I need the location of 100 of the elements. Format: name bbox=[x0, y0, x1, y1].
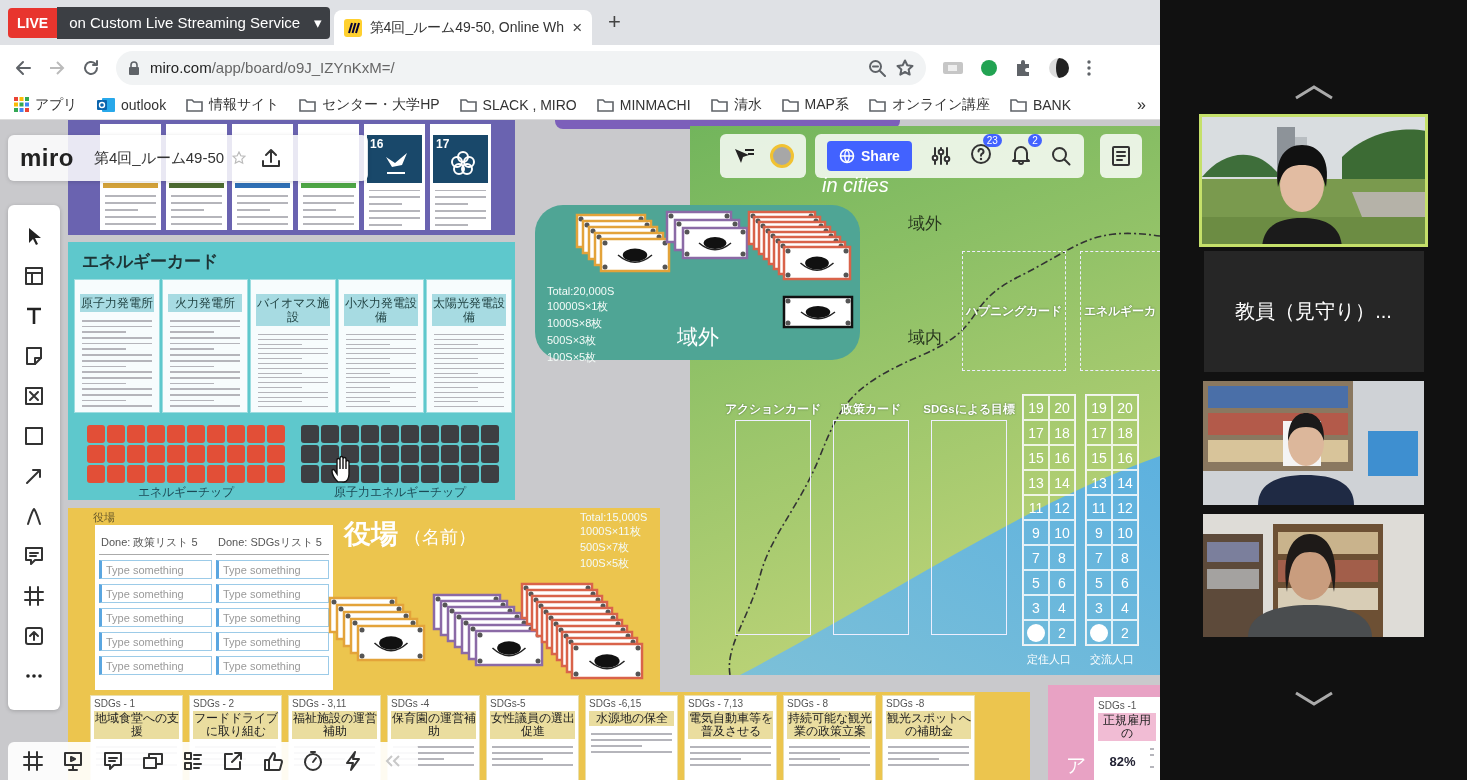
back-icon[interactable] bbox=[14, 58, 32, 77]
board-title[interactable]: 第4回_ルーム49-50 bbox=[94, 148, 225, 168]
money-total: Total:15,000S bbox=[580, 511, 648, 523]
bell-icon[interactable] bbox=[1009, 143, 1032, 165]
menu-icon[interactable] bbox=[1086, 58, 1092, 77]
bookmark[interactable]: センター・大学HP bbox=[299, 95, 440, 114]
comment-icon[interactable] bbox=[23, 545, 45, 567]
banknote-stack-drawing[interactable] bbox=[665, 210, 749, 260]
upload-icon[interactable] bbox=[23, 625, 45, 647]
more-bookmarks-button[interactable]: » bbox=[1137, 95, 1146, 114]
rectangle-icon[interactable] bbox=[23, 425, 45, 447]
upload-icon[interactable] bbox=[260, 147, 283, 169]
share-out-icon[interactable] bbox=[222, 750, 244, 772]
crossed-box-icon[interactable] bbox=[23, 385, 45, 407]
column-label: SDGsによる目標 bbox=[923, 402, 1015, 417]
new-tab-button[interactable]: + bbox=[608, 9, 621, 39]
card-tag: SDGs - 2 bbox=[193, 698, 278, 709]
input-field[interactable]: Type something bbox=[99, 632, 212, 651]
tab-title: 第4回_ルーム49-50, Online Wh bbox=[369, 18, 565, 37]
input-field[interactable]: Type something bbox=[216, 656, 329, 675]
extension-icon[interactable] bbox=[980, 58, 998, 77]
card-tag: SDGs -6,15 bbox=[589, 698, 674, 709]
bookmark[interactable]: 情報サイト bbox=[186, 95, 280, 114]
banknote-stack-drawing[interactable] bbox=[520, 582, 644, 680]
card-title: 地域食堂への支援 bbox=[94, 711, 179, 739]
browser-tab[interactable]: 第4回_ルーム49-50, Online Wh × bbox=[333, 10, 593, 45]
input-field[interactable]: Type something bbox=[99, 656, 212, 675]
star-icon[interactable] bbox=[232, 151, 247, 165]
card-tag: SDGs -8 bbox=[886, 698, 971, 709]
input-field[interactable]: Type something bbox=[216, 560, 329, 579]
sliders-icon[interactable] bbox=[929, 145, 952, 167]
bookmark[interactable]: MINMACHI bbox=[596, 96, 691, 113]
goal-number: 16 bbox=[370, 137, 384, 151]
cards-icon[interactable] bbox=[142, 750, 164, 772]
notes-icon[interactable] bbox=[1110, 145, 1132, 167]
frame-label: 役場 bbox=[93, 510, 115, 525]
input-field[interactable]: Type something bbox=[216, 608, 329, 627]
card-title: 電気自動車等を普及させる bbox=[688, 711, 773, 739]
banknote-stack-drawing[interactable] bbox=[747, 210, 852, 281]
bookmark[interactable]: MAP系 bbox=[781, 95, 849, 114]
input-field[interactable]: Type something bbox=[99, 584, 212, 603]
counter-number: 13 bbox=[1086, 470, 1112, 495]
bookmark[interactable]: outlook bbox=[97, 96, 167, 113]
search-icon[interactable] bbox=[1049, 145, 1072, 167]
dropdown-caret[interactable]: ▾ bbox=[314, 13, 322, 32]
help-icon[interactable] bbox=[969, 143, 992, 165]
input-field[interactable]: Type something bbox=[216, 584, 329, 603]
folder-icon bbox=[781, 97, 799, 112]
money-total: 500S×3枚 bbox=[547, 333, 598, 348]
list-icon[interactable] bbox=[182, 750, 204, 772]
card-tag: SDGs-5 bbox=[490, 698, 575, 709]
avatar[interactable] bbox=[770, 144, 794, 168]
template-icon[interactable] bbox=[23, 265, 45, 287]
forward-icon[interactable] bbox=[48, 58, 66, 77]
star-icon[interactable] bbox=[896, 58, 914, 77]
counter-number: 14 bbox=[1112, 470, 1138, 495]
chip-label: 原子力エネルギーチップ bbox=[334, 484, 466, 501]
input-field[interactable]: Type something bbox=[99, 608, 212, 627]
sticky-note-icon[interactable] bbox=[23, 345, 45, 367]
folder-icon bbox=[596, 97, 614, 112]
participant-name: 教員（見守り）... bbox=[1235, 299, 1392, 324]
bookmark[interactable]: BANK bbox=[1009, 96, 1071, 113]
presentation-icon[interactable] bbox=[62, 750, 84, 772]
input-field[interactable]: Type something bbox=[99, 560, 212, 579]
close-tab-button[interactable]: × bbox=[572, 17, 583, 38]
zoom-icon[interactable] bbox=[868, 58, 886, 77]
card-tag: SDGs - 7,13 bbox=[688, 698, 773, 709]
bookmark[interactable]: アプリ bbox=[14, 95, 77, 114]
card-title: 小水力発電設備 bbox=[344, 294, 418, 326]
profile-avatar-icon[interactable] bbox=[1048, 56, 1070, 79]
list-header: Done: SDGsリスト 5 bbox=[216, 535, 329, 555]
column-label: 政策カード bbox=[841, 402, 901, 417]
column-label: アクションカード bbox=[725, 402, 821, 417]
globe-icon bbox=[839, 148, 855, 164]
puzzle-icon[interactable] bbox=[1014, 58, 1032, 77]
counter-label: 交流人口 bbox=[1090, 652, 1134, 667]
flower-icon bbox=[449, 149, 477, 177]
counter-number: 5 bbox=[1086, 570, 1112, 595]
timer-icon[interactable] bbox=[302, 750, 324, 772]
comments-icon[interactable] bbox=[102, 750, 124, 772]
address-bar[interactable]: miro.com/app/board/o9J_IZYnKxM=/ bbox=[116, 50, 926, 85]
count-badge: 23 bbox=[982, 134, 1002, 147]
thumbs-up-icon[interactable] bbox=[262, 750, 284, 772]
bookmark[interactable]: SLACK , MIRO bbox=[459, 96, 577, 113]
banknote-stack-drawing[interactable] bbox=[782, 295, 854, 329]
counter-number: 7 bbox=[1086, 545, 1112, 570]
banknote-stack-drawing[interactable] bbox=[575, 213, 671, 273]
counter-number: 3 bbox=[1086, 595, 1112, 620]
card-tag: SDGs - 1 bbox=[94, 698, 179, 709]
input-field[interactable]: Type something bbox=[216, 632, 329, 651]
folder-icon bbox=[459, 97, 477, 112]
reload-icon[interactable] bbox=[82, 58, 100, 77]
bookmark[interactable]: オンライン講座 bbox=[868, 95, 990, 114]
banknote-stack-drawing[interactable] bbox=[328, 596, 426, 662]
bookmark[interactable]: 清水 bbox=[710, 95, 762, 114]
frame-icon[interactable] bbox=[22, 750, 44, 772]
counter-number: 4 bbox=[1112, 595, 1138, 620]
slot-label: エネルギーカ bbox=[1084, 302, 1156, 320]
frame-icon[interactable] bbox=[23, 585, 45, 607]
share-button[interactable]: Share bbox=[827, 141, 912, 171]
